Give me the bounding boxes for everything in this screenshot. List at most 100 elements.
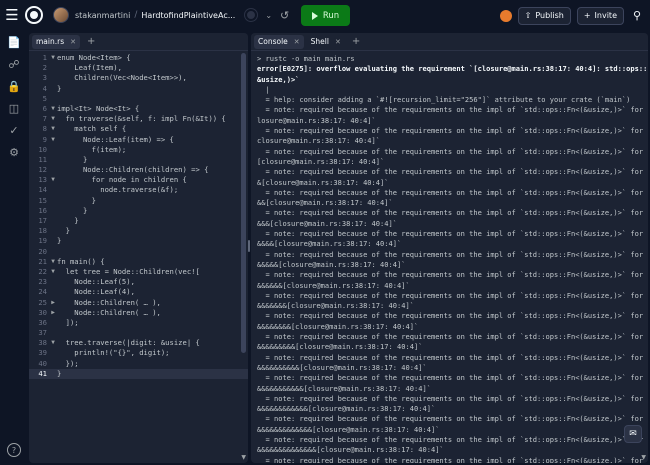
user-avatar[interactable] [53,7,69,23]
code-line[interactable]: 12 Node::Children(children) => { [29,165,248,175]
editor-scrollbar[interactable] [241,53,246,353]
fold-icon[interactable]: ▼ [49,104,57,114]
fold-icon[interactable] [49,185,57,195]
fold-icon[interactable] [49,348,57,358]
fold-icon[interactable] [49,165,57,175]
code-line[interactable]: 13 ▼ for node in children { [29,175,248,185]
fold-icon[interactable] [49,196,57,206]
code-line[interactable]: 22 ▼ let tree = Node::Children(vec![ [29,267,248,277]
fold-icon[interactable] [49,216,57,226]
console-line: &&&&&&&&&&&&&&[closure@main.rs:38:17: 40… [257,445,444,455]
code-line[interactable]: 7 ▼ fn traverse(&self, f: impl Fn(&It)) { [29,114,248,124]
fold-icon[interactable] [49,73,57,83]
menu-icon[interactable]: ☰ [0,0,24,31]
close-icon[interactable]: ✕ [70,38,76,46]
fold-icon[interactable] [49,206,57,216]
close-icon[interactable]: ✕ [294,38,300,46]
code-line[interactable]: 6 ▼ impl<It> Node<It> { [29,104,248,114]
repl-status-icon[interactable] [245,9,258,21]
code-line[interactable]: 15 } [29,196,248,206]
console-output[interactable]: > rustc -o main main.rs error[E0275]: ove… [251,51,648,463]
fold-icon[interactable] [49,328,57,338]
database-icon[interactable]: ◫ [0,97,28,119]
code-line[interactable]: 11 } [29,155,248,165]
fold-icon[interactable]: ▼ [49,53,57,63]
fold-icon[interactable] [49,236,57,246]
close-icon[interactable]: ✕ [335,38,341,46]
history-icon[interactable]: ↺ [280,9,289,22]
fold-icon[interactable]: ▼ [49,267,57,277]
share-icon[interactable]: ☍ [0,53,28,75]
fold-icon[interactable] [49,359,57,369]
code-line[interactable]: 37 [29,328,248,338]
code-editor[interactable]: 1 ▼ enum Node<Item> {2 Leaf(Item), 3 Childr… [29,51,248,379]
code-line[interactable]: 5 [29,94,248,104]
fold-icon[interactable]: ▼ [49,124,57,134]
code-line[interactable]: 41} [29,368,248,379]
fold-icon[interactable] [49,318,57,328]
tab-shell[interactable]: Shell ✕ [307,35,345,49]
code-line[interactable]: 36 ]); [29,318,248,328]
code-line[interactable]: 40 }); [29,359,248,369]
notification-icon[interactable] [499,9,512,22]
code-line[interactable]: 14 node.traverse(&f); [29,185,248,195]
invite-button[interactable]: + Invite [576,6,624,25]
fold-icon[interactable]: ▼ [49,114,57,124]
fold-icon[interactable] [49,277,57,287]
code-line[interactable]: 3 Children(Vec<Node<Item>>), [29,73,248,83]
scroll-down-icon[interactable]: ▼ [641,454,646,461]
add-tab-icon[interactable]: + [87,36,95,47]
code-line[interactable]: 23 Node::Leaf(5), [29,277,248,287]
code-line[interactable]: 39 println!("{}", digit); [29,348,248,358]
code-line[interactable]: 17 } [29,216,248,226]
fold-icon[interactable]: ▼ [49,338,57,348]
fold-icon[interactable] [49,287,57,297]
fold-icon[interactable]: ▼ [49,175,57,185]
code-line[interactable]: 2 Leaf(Item), [29,63,248,73]
code-line[interactable]: 9 ▼ Node::Leaf(item) => { [29,135,248,145]
code-line[interactable]: 8 ▼ match self { [29,124,248,134]
fold-icon[interactable]: ▶ [49,298,57,308]
run-button[interactable]: Run [301,5,350,26]
tab-console[interactable]: Console ✕ [254,34,304,49]
fold-icon[interactable] [49,63,57,73]
files-icon[interactable]: 📄 [0,31,28,53]
code-line[interactable]: 16 } [29,206,248,216]
search-icon[interactable]: ⚲ [630,9,644,23]
scroll-down-icon[interactable]: ▼ [241,454,246,461]
fold-icon[interactable]: ▼ [49,257,57,267]
fold-icon[interactable]: ▼ [49,135,57,145]
fold-icon[interactable] [49,145,57,155]
code-line[interactable]: 25 ▶ Node::Children( … ), [29,298,248,308]
code-line[interactable]: 30 ▶ Node::Children( … ), [29,308,248,318]
code-line[interactable]: 18 } [29,226,248,236]
replit-logo[interactable] [25,6,43,24]
code-line[interactable]: 24 Node::Leaf(4), [29,287,248,297]
tab-main-rs[interactable]: main.rs ✕ [32,34,80,49]
fold-icon[interactable]: ▶ [49,308,57,318]
code-line[interactable]: 20 [29,247,248,257]
fold-icon[interactable] [49,84,57,94]
settings-icon[interactable]: ⚙ [0,141,28,163]
lock-icon[interactable]: 🔒 [0,75,28,97]
code-line[interactable]: 19} [29,236,248,246]
repl-name[interactable]: HardtofindPlaintiveAc... [141,11,235,20]
code-line[interactable]: 1 ▼ enum Node<Item> { [29,53,248,63]
code-line[interactable]: 38 ▼ tree.traverse(|digit: &usize| { [29,338,248,348]
username[interactable]: stakanmartini [75,11,130,20]
publish-button[interactable]: ⇧ Publish [517,6,571,25]
pane-resize-handle[interactable] [248,240,250,252]
chat-icon[interactable]: ✉ [624,425,642,443]
code-line[interactable]: 4} [29,84,248,94]
check-icon[interactable]: ✓ [0,119,28,141]
fold-icon[interactable] [49,247,57,257]
fold-icon[interactable] [49,369,57,379]
fold-icon[interactable] [49,94,57,104]
fold-icon[interactable] [49,155,57,165]
add-tab-icon[interactable]: + [352,36,360,47]
help-icon[interactable]: ? [7,443,21,457]
code-line[interactable]: 10 f(item); [29,145,248,155]
code-line[interactable]: 21 ▼ fn main() { [29,257,248,267]
chevron-down-icon[interactable]: ⌄ [265,11,272,20]
fold-icon[interactable] [49,226,57,236]
